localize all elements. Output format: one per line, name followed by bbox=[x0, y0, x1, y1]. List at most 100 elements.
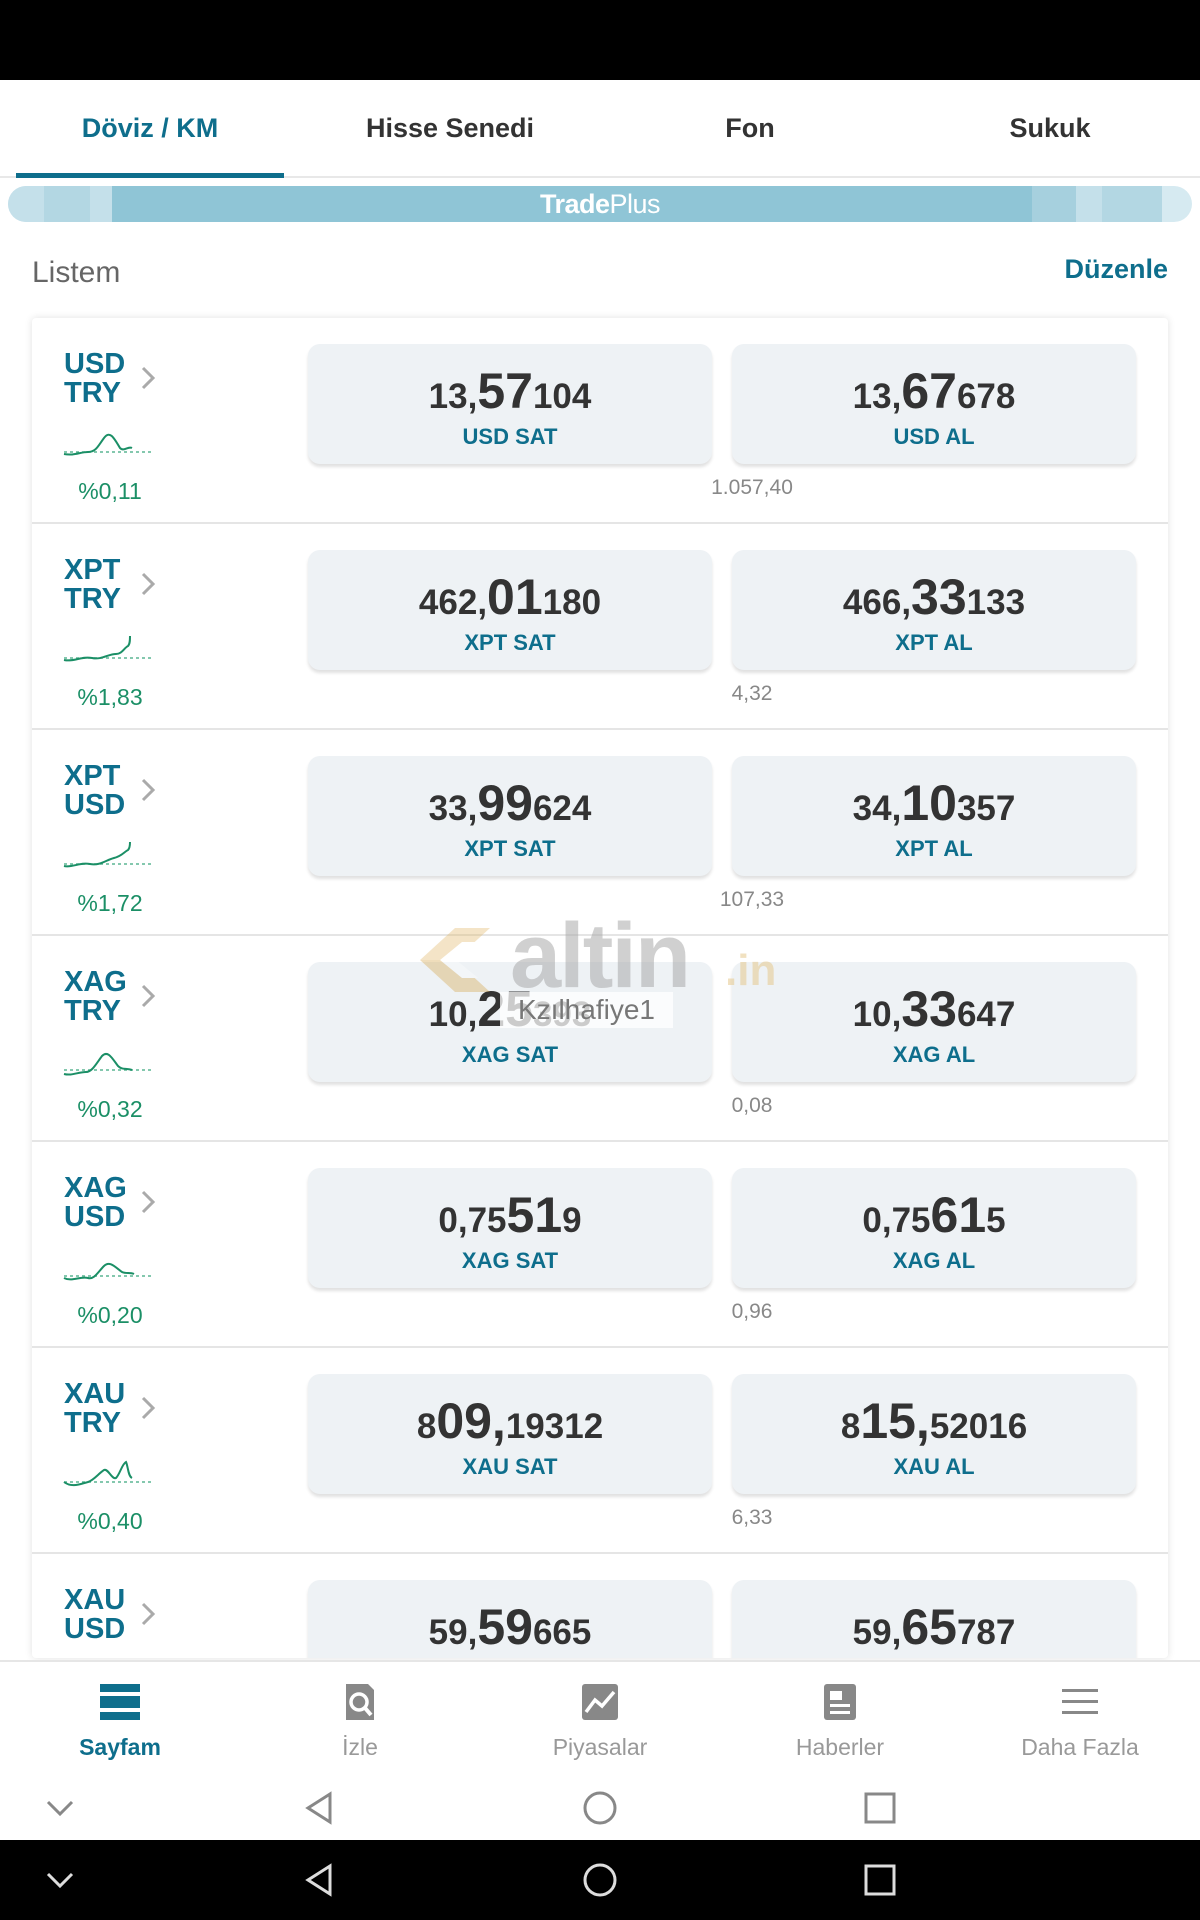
sell-quote-button[interactable]: 33,99624 XPT SAT bbox=[308, 756, 712, 876]
tradeplus-banner[interactable]: TradePlus bbox=[8, 186, 1192, 222]
chevron-right-icon[interactable] bbox=[132, 774, 164, 806]
nav-label: Daha Fazla bbox=[1021, 1734, 1139, 1760]
buy-price: 34,10357 bbox=[852, 775, 1016, 831]
list-item[interactable]: USD TRY %0,11 13,57104 USD SAT 13,67678 U… bbox=[32, 318, 1168, 524]
sell-price: 10,25393 bbox=[428, 981, 592, 1037]
buy-quote-button[interactable]: 10,33647 XAG AL bbox=[732, 962, 1136, 1082]
list-item[interactable]: XAG TRY %0,32 10,25393 XAG SAT 10,33647 X… bbox=[32, 936, 1168, 1142]
sell-price: 13,57104 bbox=[428, 363, 592, 419]
chevron-right-icon[interactable] bbox=[132, 362, 164, 394]
buy-price: 815,52016 bbox=[840, 1393, 1028, 1449]
chevron-down-icon[interactable] bbox=[40, 1860, 80, 1900]
nav-piyasalar[interactable]: Piyasalar bbox=[480, 1662, 720, 1780]
nav-sayfam[interactable]: Sayfam bbox=[0, 1662, 240, 1780]
buy-price: 0,75615 bbox=[862, 1187, 1006, 1243]
pair-symbol: XPT USD bbox=[64, 760, 126, 821]
chevron-right-icon[interactable] bbox=[132, 980, 164, 1012]
change-percent: %0,11 bbox=[78, 478, 142, 504]
list-item[interactable]: XAU USD 59,59665 59,65787 bbox=[32, 1554, 1168, 1658]
recents-icon[interactable] bbox=[860, 1860, 900, 1900]
list-item[interactable]: XAU TRY %0,40 809,19312 XAU SAT 815,52016… bbox=[32, 1348, 1168, 1554]
spread-value: 6,33 bbox=[731, 1506, 773, 1529]
bottom-navigation: Sayfam İzle Piyasalar Haberler Daha Fazl… bbox=[0, 1660, 1200, 1780]
spread-value: 0,08 bbox=[731, 1094, 773, 1117]
sell-quote-button[interactable]: 462,01180 XPT SAT bbox=[308, 550, 712, 670]
chevron-right-icon[interactable] bbox=[132, 1598, 164, 1630]
sparkline-chart bbox=[63, 1262, 152, 1281]
spread-value: 0,96 bbox=[731, 1300, 773, 1323]
back-icon[interactable] bbox=[300, 1788, 340, 1828]
sell-quote-button[interactable]: 0,75519 XAG SAT bbox=[308, 1168, 712, 1288]
sparkline-chart bbox=[63, 1052, 152, 1076]
chevron-down-icon[interactable] bbox=[40, 1788, 80, 1828]
chevron-right-icon[interactable] bbox=[132, 1392, 164, 1424]
status-bar bbox=[0, 0, 1200, 80]
app-screen: Döviz / KM Hisse Senedi Fon Sukuk TradeP… bbox=[0, 80, 1200, 1840]
pair-symbol: XAG TRY bbox=[64, 966, 127, 1027]
edit-button[interactable]: Düzenle bbox=[1064, 254, 1168, 285]
change-percent: %0,32 bbox=[77, 1096, 143, 1122]
markets-chart-icon bbox=[582, 1684, 618, 1720]
list-item[interactable]: XAG USD %0,20 0,75519 XAG SAT 0,75615 XAG… bbox=[32, 1142, 1168, 1348]
chevron-right-icon[interactable] bbox=[132, 568, 164, 600]
sell-label: XAG SAT bbox=[461, 1042, 559, 1067]
tab-bar: Döviz / KM Hisse Senedi Fon Sukuk bbox=[0, 80, 1200, 178]
list-item[interactable]: XPT USD %1,72 33,99624 XPT SAT 34,10357 X… bbox=[32, 730, 1168, 936]
sell-quote-button[interactable]: 59,59665 bbox=[308, 1580, 712, 1658]
sell-price: 809,19312 bbox=[416, 1393, 604, 1449]
change-percent: %0,40 bbox=[77, 1508, 143, 1534]
sell-label: XPT SAT bbox=[464, 836, 556, 861]
sparkline-chart bbox=[63, 1460, 152, 1487]
home-icon[interactable] bbox=[580, 1860, 620, 1900]
pair-symbol: USD TRY bbox=[64, 348, 126, 409]
change-percent: %1,72 bbox=[77, 890, 143, 916]
buy-quote-button[interactable]: 0,75615 XAG AL bbox=[732, 1168, 1136, 1288]
pair-symbol: XAU TRY bbox=[64, 1378, 126, 1439]
banner-label: TradePlus bbox=[539, 188, 661, 219]
tab-fon[interactable]: Fon bbox=[600, 80, 900, 176]
back-icon[interactable] bbox=[300, 1860, 340, 1900]
device-system-nav bbox=[0, 1840, 1200, 1920]
nav-label: İzle bbox=[342, 1734, 378, 1760]
buy-quote-button[interactable]: 59,65787 bbox=[732, 1580, 1136, 1658]
nav-izle[interactable]: İzle bbox=[240, 1662, 480, 1780]
tab-doviz-km[interactable]: Döviz / KM bbox=[0, 80, 300, 178]
recents-icon[interactable] bbox=[860, 1788, 900, 1828]
tab-hisse-senedi[interactable]: Hisse Senedi bbox=[300, 80, 600, 176]
watch-search-icon bbox=[346, 1684, 374, 1720]
buy-label: XAG AL bbox=[892, 1042, 976, 1067]
buy-quote-button[interactable]: 466,33133 XPT AL bbox=[732, 550, 1136, 670]
buy-label: XAG AL bbox=[892, 1248, 976, 1273]
nav-daha-fazla[interactable]: Daha Fazla bbox=[960, 1662, 1200, 1780]
buy-price: 13,67678 bbox=[852, 363, 1016, 419]
chevron-right-icon[interactable] bbox=[132, 1186, 164, 1218]
sell-label: XPT SAT bbox=[464, 630, 556, 655]
buy-quote-button[interactable]: 815,52016 XAU AL bbox=[732, 1374, 1136, 1494]
nav-label: Sayfam bbox=[79, 1734, 161, 1760]
buy-price: 466,33133 bbox=[842, 569, 1026, 625]
buy-quote-button[interactable]: 34,10357 XPT AL bbox=[732, 756, 1136, 876]
sell-quote-button[interactable]: 10,25393 XAG SAT bbox=[308, 962, 712, 1082]
sell-label: XAG SAT bbox=[461, 1248, 559, 1273]
tab-sukuk[interactable]: Sukuk bbox=[900, 80, 1200, 176]
buy-label: XAU AL bbox=[893, 1454, 975, 1479]
buy-quote-button[interactable]: 13,67678 USD AL bbox=[732, 344, 1136, 464]
spread-value: 107,33 bbox=[719, 888, 785, 911]
news-icon bbox=[824, 1684, 856, 1720]
pair-symbol: XAU USD bbox=[64, 1584, 126, 1645]
list-item[interactable]: XPT TRY %1,83 462,01180 XPT SAT 466,33133… bbox=[32, 524, 1168, 730]
nav-haberler[interactable]: Haberler bbox=[720, 1662, 960, 1780]
sell-price: 59,59665 bbox=[428, 1599, 592, 1655]
spread-value: 4,32 bbox=[731, 682, 773, 705]
sell-price: 0,75519 bbox=[438, 1187, 582, 1243]
change-percent: %1,83 bbox=[77, 684, 143, 710]
menu-icon bbox=[1062, 1689, 1098, 1714]
nav-label: Haberler bbox=[795, 1734, 885, 1760]
sell-quote-button[interactable]: 13,57104 USD SAT bbox=[308, 344, 712, 464]
sparkline-chart bbox=[63, 433, 152, 456]
buy-price: 10,33647 bbox=[852, 981, 1016, 1037]
sell-quote-button[interactable]: 809,19312 XAU SAT bbox=[308, 1374, 712, 1494]
nav-label: Piyasalar bbox=[552, 1734, 648, 1760]
sparkline-chart bbox=[63, 841, 152, 868]
home-icon[interactable] bbox=[580, 1788, 620, 1828]
